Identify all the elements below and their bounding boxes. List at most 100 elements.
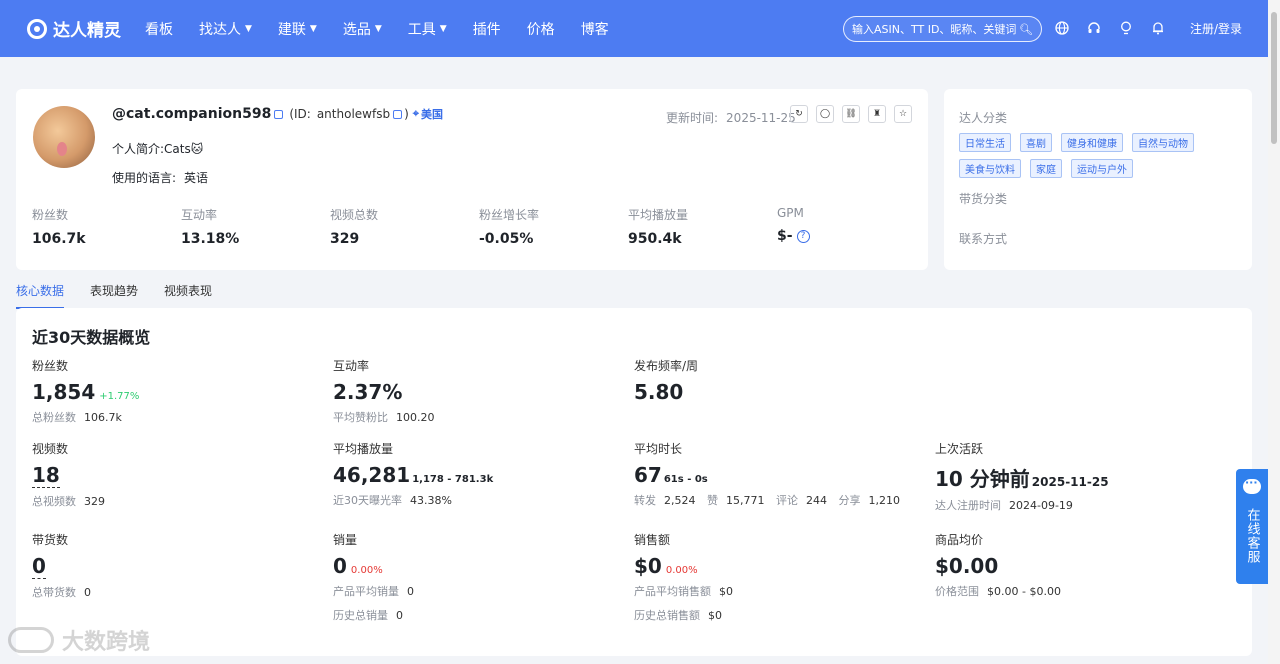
- sub-label: 近30天曝光率: [333, 494, 402, 507]
- watermark: 大数跨境: [8, 624, 150, 656]
- metric-avg-price: 商品均价 $0.00 价格范围 $0.00 - $0.00: [935, 531, 1061, 599]
- sub-value: 329: [84, 495, 105, 508]
- chevron-down-icon: ▼: [309, 23, 317, 34]
- stat-videos: 视频总数 329: [330, 206, 479, 247]
- copy-icon[interactable]: [274, 109, 284, 119]
- interaction-value: 1,210: [868, 494, 901, 507]
- brand-logo[interactable]: 达人精灵: [27, 16, 121, 41]
- sub-value: 0: [407, 585, 414, 598]
- sub-value: 2024-09-19: [1009, 499, 1073, 512]
- category-tag[interactable]: 健身和健康: [1061, 133, 1123, 152]
- metric-value: 0: [333, 554, 347, 578]
- category-tag[interactable]: 喜剧: [1020, 133, 1052, 152]
- category-card: 达人分类 日常生活 喜剧 健身和健康 自然与动物 美食与饮料 家庭 运动与户外 …: [944, 89, 1252, 270]
- stat-label: GPM: [777, 206, 804, 220]
- metric-label: 粉丝数: [32, 359, 69, 373]
- chat-bubble-icon: [1243, 476, 1261, 494]
- login-link[interactable]: 注册/登录: [1190, 20, 1242, 37]
- search-input[interactable]: [852, 22, 1020, 36]
- overview-card: 近30天数据概览 粉丝数 1,854 +1.77% 总粉丝数 106.7k 互动率 …: [16, 308, 1252, 656]
- metric-value[interactable]: 0: [32, 554, 46, 579]
- stat-value: $-: [777, 228, 793, 244]
- logo-icon: [27, 18, 47, 39]
- interaction-label: 评论: [776, 494, 798, 507]
- nav-outreach[interactable]: 建联 ▼: [278, 19, 317, 39]
- metric-label: 平均播放量: [333, 442, 394, 456]
- metric-label: 带货数: [32, 533, 69, 547]
- metric-value-row: 46,281 1,178 - 781.3k: [333, 463, 493, 487]
- language-label: 使用的语言:: [112, 171, 177, 185]
- overview-title: 近30天数据概览: [32, 328, 151, 347]
- goods-category-title: 带货分类: [959, 192, 1008, 206]
- metric-delta: 0.00%: [350, 565, 383, 576]
- tab-video-performance[interactable]: 视频表现: [164, 282, 212, 309]
- interaction-label: 赞: [707, 494, 718, 507]
- language-value: 英语: [184, 171, 209, 185]
- nav-label: 博客: [580, 21, 609, 38]
- bell-icon[interactable]: [1150, 19, 1166, 37]
- nav-plugin[interactable]: 插件: [473, 19, 501, 39]
- globe-icon[interactable]: [1054, 19, 1070, 37]
- metric-frequency: 发布频率/周 5.80: [634, 357, 698, 404]
- nav-blog[interactable]: 博客: [581, 19, 609, 39]
- metric-date: 2025-11-25: [1031, 475, 1109, 489]
- page-scrollbar[interactable]: [1268, 0, 1280, 664]
- interaction-value: 2,524: [664, 494, 696, 507]
- metric-avg-views: 平均播放量 46,281 1,178 - 781.3k 近30天曝光率 43.38%: [333, 440, 493, 508]
- nav-label: 工具: [407, 21, 436, 38]
- creator-id-link[interactable]: antholewfsb: [317, 107, 390, 121]
- metric-label: 上次活跃: [935, 442, 984, 456]
- nav-pricing[interactable]: 价格: [527, 19, 555, 39]
- refresh-button[interactable]: ↻: [790, 105, 808, 123]
- sub-value: 0: [84, 586, 91, 599]
- message-button[interactable]: ◯: [816, 105, 834, 123]
- sub-label: 价格范围: [935, 585, 979, 598]
- metric-last-active: 上次活跃 10 分钟前 2025-11-25 达人注册时间 2024-09-19: [935, 440, 1109, 513]
- category-tag[interactable]: 美食与饮料: [959, 159, 1021, 178]
- tab-trends[interactable]: 表现趋势: [90, 282, 138, 309]
- interaction-stats: 转发 2,524 赞 15,771 评论 244 分享 1,210: [634, 492, 908, 508]
- nav-links: 看板 找达人 ▼ 建联 ▼ 选品 ▼ 工具 ▼ 插件 价格 博客: [145, 19, 635, 39]
- shop-button[interactable]: ♜: [868, 105, 886, 123]
- link-button[interactable]: ⛓: [842, 105, 860, 123]
- metric-label: 互动率: [333, 359, 370, 373]
- category-tag[interactable]: 家庭: [1030, 159, 1062, 178]
- tab-core-data[interactable]: 核心数据: [16, 282, 65, 309]
- sub-label: 历史总销量: [333, 609, 388, 622]
- creator-language: 使用的语言: 英语: [112, 169, 208, 186]
- metric-delta: 0.00%: [665, 565, 698, 576]
- search-box: 🔍︎: [843, 16, 1042, 42]
- metric-sub: 价格范围 $0.00 - $0.00: [935, 583, 1061, 599]
- metric-range: 1,178 - 781.3k: [412, 474, 494, 485]
- category-tag[interactable]: 日常生活: [959, 133, 1011, 152]
- sub-label: 总粉丝数: [32, 411, 76, 424]
- metric-value: 10 分钟前: [935, 467, 1030, 491]
- copy-icon[interactable]: [393, 109, 403, 119]
- help-icon[interactable]: ?: [796, 229, 810, 243]
- nav-dashboard[interactable]: 看板: [145, 19, 173, 39]
- id-prefix: (ID:: [289, 107, 311, 121]
- stat-value: 106.7k: [32, 231, 86, 247]
- metric-value[interactable]: 18: [32, 463, 60, 488]
- creator-profile-card: @cat.companion598 (ID: antholewfsb ) ⌖ 美…: [16, 89, 928, 270]
- nav-products[interactable]: 选品 ▼: [343, 19, 382, 39]
- bulb-icon[interactable]: [1118, 19, 1134, 37]
- nav-label: 建联: [277, 21, 306, 38]
- creator-country: 美国: [420, 108, 443, 121]
- scrollbar-thumb[interactable]: [1271, 12, 1277, 144]
- headset-icon[interactable]: [1086, 19, 1102, 37]
- search-icon[interactable]: 🔍︎: [1019, 23, 1033, 36]
- stat-followers: 粉丝数 106.7k: [32, 206, 181, 247]
- sub-label: 达人注册时间: [935, 499, 1001, 512]
- metric-sub: 总视频数 329: [32, 493, 105, 509]
- profile-actions: ↻ ◯ ⛓ ♜ ☆: [790, 105, 920, 123]
- online-service-button[interactable]: 在线客服: [1236, 469, 1268, 584]
- category-tag[interactable]: 运动与户外: [1071, 159, 1133, 178]
- nav-tools[interactable]: 工具 ▼: [408, 19, 447, 39]
- category-tag[interactable]: 自然与动物: [1132, 133, 1194, 152]
- favorite-button[interactable]: ☆: [894, 105, 912, 123]
- metric-sales-count: 带货数 0 总带货数 0: [32, 531, 91, 600]
- nav-find-creators[interactable]: 找达人 ▼: [199, 19, 252, 39]
- service-label: 在线客服: [1244, 508, 1260, 564]
- metric-value-row: 1,854 +1.77%: [32, 380, 139, 404]
